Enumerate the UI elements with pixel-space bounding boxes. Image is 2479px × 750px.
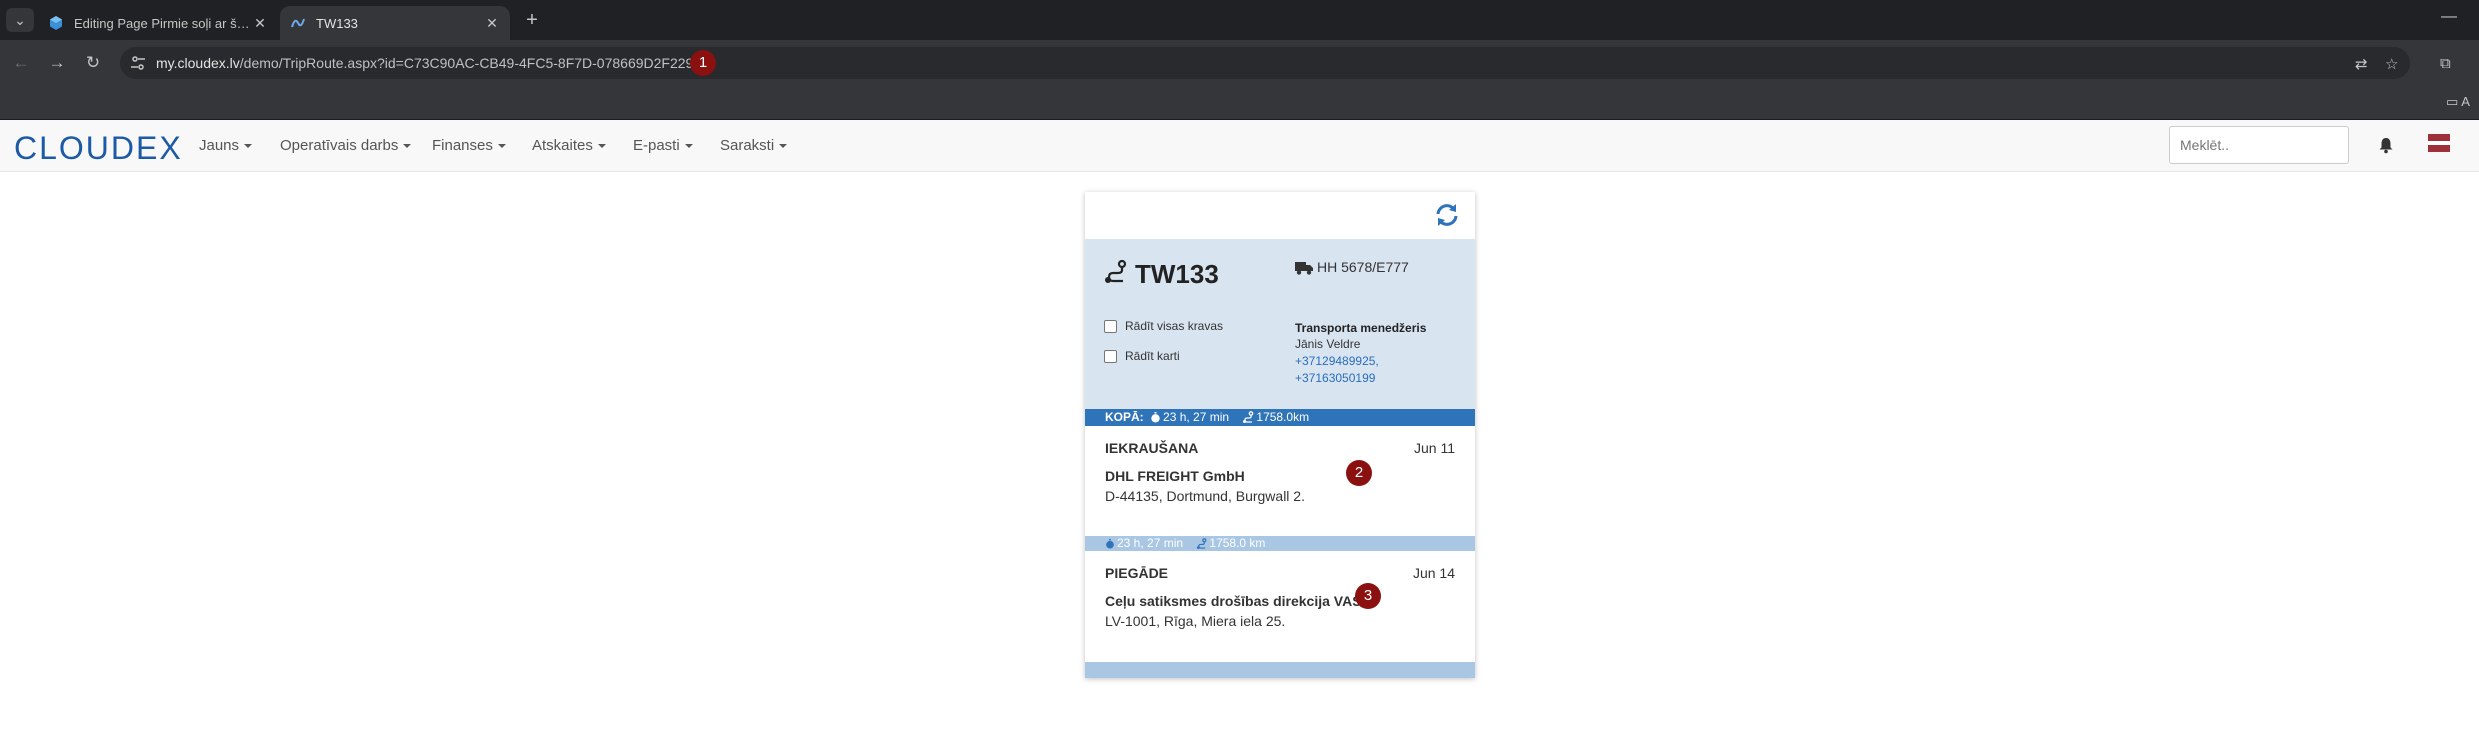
truck-icon bbox=[1295, 262, 1313, 275]
stop-company: DHL FREIGHT GmbH bbox=[1105, 468, 1245, 484]
new-tab-plus-icon[interactable]: + bbox=[520, 8, 544, 32]
card-toolbar bbox=[1085, 192, 1475, 239]
step-marker-1: 1 bbox=[690, 50, 716, 76]
manager-phone-link[interactable]: +37163050199 bbox=[1295, 371, 1375, 385]
stop-address: LV-1001, Rīga, Miera iela 25. bbox=[1105, 613, 1286, 629]
caret-down-icon bbox=[684, 144, 693, 149]
segment-time: 23 h, 27 min bbox=[1117, 536, 1184, 550]
caret-down-icon bbox=[597, 144, 606, 149]
url-text: my.cloudex.lv/demo/TripRoute.aspx?id=C73… bbox=[156, 55, 693, 71]
truck-plate: HH 5678/E777 bbox=[1317, 259, 1409, 275]
window-minimize-icon[interactable]: — bbox=[2441, 8, 2457, 26]
address-bar[interactable]: my.cloudex.lv/demo/TripRoute.aspx?id=C73… bbox=[120, 47, 2410, 79]
menu-finanses[interactable]: Finanses bbox=[432, 137, 506, 154]
route-icon bbox=[1197, 538, 1207, 549]
menu-jauns[interactable]: Jauns bbox=[199, 137, 253, 154]
show-all-cargo-label[interactable]: Rādīt visas kravas bbox=[1125, 319, 1223, 333]
trip-route-card: TW133 HH 5678/E777 Rādīt visas kravas Rā… bbox=[1085, 192, 1475, 678]
reload-icon[interactable]: ↻ bbox=[80, 50, 106, 76]
cloudex-logo[interactable]: CLOUDEX bbox=[14, 130, 183, 167]
menu-label: E-pasti bbox=[633, 137, 680, 154]
tab-editing-page[interactable]: Editing Page Pirmie soļi ar šofe ✕ bbox=[38, 6, 278, 40]
route-icon bbox=[1243, 411, 1254, 423]
caret-down-icon bbox=[779, 144, 788, 149]
segment-bar: 23 h, 27 min 1758.0 km bbox=[1085, 536, 1475, 551]
tab-close-icon[interactable]: ✕ bbox=[252, 15, 268, 32]
caret-down-icon bbox=[244, 144, 253, 149]
show-map-label[interactable]: Rādīt karti bbox=[1125, 349, 1180, 363]
trip-header: TW133 HH 5678/E777 Rādīt visas kravas Rā… bbox=[1085, 239, 1475, 409]
stop-company: Ceļu satiksmes drošības direkcija VAS bbox=[1105, 593, 1362, 609]
app-navbar: CLOUDEX Jauns Operatīvais darbs Finanses… bbox=[0, 120, 2479, 172]
browser-toolbar: ← → ↻ my.cloudex.lv/demo/TripRoute.aspx?… bbox=[0, 40, 2479, 86]
stop-delivery[interactable]: PIEGĀDE Jun 14 Ceļu satiksmes drošības d… bbox=[1085, 551, 1475, 651]
site-settings-icon[interactable] bbox=[130, 55, 146, 71]
bookmark-folder-label: A bbox=[2461, 94, 2470, 109]
segment-bar-end bbox=[1085, 662, 1475, 678]
menu-operativais-darbs[interactable]: Operatīvais darbs bbox=[280, 137, 412, 154]
route-icon bbox=[1105, 259, 1127, 283]
stopwatch-icon bbox=[1151, 412, 1160, 423]
menu-saraksti[interactable]: Saraksti bbox=[720, 137, 788, 154]
folder-icon: ▭ bbox=[2446, 94, 2459, 109]
bookmarks-bar: ▭ A bbox=[0, 86, 2479, 120]
cloudex-favicon-icon bbox=[291, 18, 305, 28]
manager-phone-link[interactable]: +37129489925, bbox=[1295, 354, 1379, 368]
stop-type: PIEGĀDE bbox=[1105, 565, 1169, 581]
total-time: 23 h, 27 min bbox=[1163, 410, 1230, 424]
menu-atskaites[interactable]: Atskaites bbox=[532, 137, 606, 154]
menu-label: Saraksti bbox=[720, 137, 775, 154]
stop-date: Jun 14 bbox=[1412, 565, 1455, 581]
tab-close-icon[interactable]: ✕ bbox=[484, 15, 500, 32]
trip-total-bar: KOPĀ: 23 h, 27 min 1758.0km bbox=[1085, 409, 1475, 426]
stop-type: IEKRAUŠANA bbox=[1105, 440, 1199, 456]
back-arrow-icon[interactable]: ← bbox=[8, 50, 34, 76]
stopwatch-icon bbox=[1106, 539, 1114, 549]
refresh-icon[interactable] bbox=[1433, 201, 1461, 229]
browser-tab-strip: ⌄ Editing Page Pirmie soļi ar šofe ✕ TW1… bbox=[0, 0, 2479, 40]
menu-e-pasti[interactable]: E-pasti bbox=[633, 137, 693, 154]
caret-down-icon bbox=[403, 144, 412, 149]
menu-label: Atskaites bbox=[532, 137, 593, 154]
show-all-cargo-checkbox[interactable] bbox=[1104, 320, 1117, 333]
segment-distance: 1758.0 km bbox=[1209, 536, 1266, 550]
extensions-puzzle-icon[interactable]: ⧉ bbox=[2440, 55, 2451, 72]
url-path: /demo/TripRoute.aspx?id=C73C90AC-CB49-4F… bbox=[239, 55, 694, 71]
caret-down-icon bbox=[497, 144, 506, 149]
stop-date: Jun 11 bbox=[1414, 440, 1455, 456]
translate-icon[interactable]: ⇄ bbox=[2355, 55, 2368, 73]
manager-name: Jānis Veldre bbox=[1295, 337, 1361, 351]
total-label: KOPĀ: bbox=[1105, 410, 1144, 424]
bookmark-star-icon[interactable]: ☆ bbox=[2385, 55, 2398, 73]
stop-loading[interactable]: IEKRAUŠANA Jun 11 DHL FREIGHT GmbH D-441… bbox=[1085, 426, 1475, 526]
trip-id: TW133 bbox=[1135, 259, 1219, 289]
bell-icon[interactable] bbox=[2376, 135, 2396, 155]
url-host: my.cloudex.lv bbox=[156, 55, 240, 71]
search-input[interactable] bbox=[2169, 126, 2349, 164]
total-distance: 1758.0km bbox=[1256, 410, 1310, 424]
forward-arrow-icon[interactable]: → bbox=[44, 50, 70, 76]
tab-title: Editing Page Pirmie soļi ar šofe bbox=[74, 15, 252, 31]
latvian-flag-icon[interactable] bbox=[2428, 134, 2450, 152]
menu-label: Finanses bbox=[432, 137, 493, 154]
tab-tw133[interactable]: TW133 ✕ bbox=[280, 6, 510, 40]
step-marker-3: 3 bbox=[1355, 583, 1381, 609]
tab-search-chevron-icon[interactable]: ⌄ bbox=[6, 8, 34, 32]
step-marker-2: 2 bbox=[1346, 460, 1372, 486]
menu-label: Operatīvais darbs bbox=[280, 137, 399, 154]
manager-title: Transporta menedžeris bbox=[1295, 321, 1427, 335]
cube-favicon-icon bbox=[50, 16, 62, 30]
show-map-checkbox[interactable] bbox=[1104, 350, 1117, 363]
menu-label: Jauns bbox=[199, 137, 240, 154]
bookmark-folder[interactable]: ▭ A bbox=[2446, 94, 2479, 110]
tab-title: TW133 bbox=[316, 15, 358, 31]
stop-address: D-44135, Dortmund, Burgwall 2. bbox=[1105, 488, 1305, 504]
